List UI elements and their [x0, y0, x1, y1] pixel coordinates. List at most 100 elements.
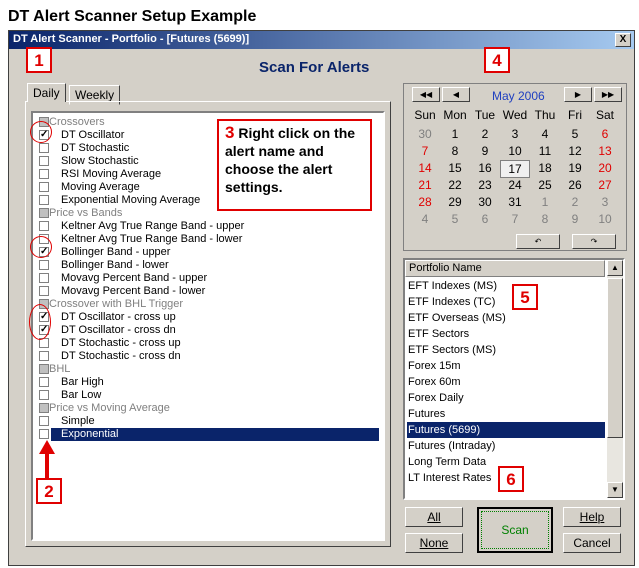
alert-checkbox[interactable] [39, 195, 49, 205]
scan-button[interactable]: Scan [477, 507, 553, 553]
calendar-day[interactable]: 16 [470, 160, 500, 178]
alert-checkbox[interactable] [39, 169, 49, 179]
calendar-day[interactable]: 30 [470, 194, 500, 212]
redo-icon[interactable]: ↷ [572, 234, 616, 249]
calendar-day[interactable]: 30 [410, 126, 440, 144]
alert-item[interactable]: DT Stochastic - cross dn [37, 350, 377, 363]
alert-item[interactable]: Movavg Percent Band - upper [37, 272, 377, 285]
scroll-down-icon[interactable]: ▼ [607, 482, 623, 498]
last-month-button[interactable]: ▶▶ [594, 87, 622, 102]
portfolio-item[interactable]: EFT Indexes (MS) [407, 278, 605, 294]
alert-item[interactable]: ✓ DT Oscillator - cross up [37, 311, 377, 324]
close-button[interactable]: X [615, 33, 631, 47]
calendar-day[interactable]: 12 [560, 143, 590, 161]
portfolio-item[interactable]: Futures (5699) [407, 422, 605, 438]
calendar-day[interactable]: 19 [560, 160, 590, 178]
alert-item[interactable]: Bollinger Band - lower [37, 259, 377, 272]
alert-item[interactable]: ✓ DT Oscillator - cross dn [37, 324, 377, 337]
calendar-day[interactable]: 11 [530, 143, 560, 161]
next-month-button[interactable]: ▶ [564, 87, 592, 102]
calendar-day[interactable]: 5 [560, 126, 590, 144]
group-checkbox[interactable] [39, 208, 49, 218]
calendar-day[interactable]: 20 [590, 160, 620, 178]
calendar-day[interactable]: 3 [500, 126, 530, 144]
scroll-thumb[interactable] [607, 278, 623, 438]
first-month-button[interactable]: ◀◀ [412, 87, 440, 102]
alert-checkbox[interactable] [39, 390, 49, 400]
group-checkbox[interactable] [39, 364, 49, 374]
alert-checkbox[interactable] [39, 286, 49, 296]
alert-checkbox[interactable] [39, 377, 49, 387]
tab-daily[interactable]: Daily [27, 83, 66, 102]
group-checkbox[interactable] [39, 403, 49, 413]
calendar-day[interactable]: 23 [470, 177, 500, 195]
portfolio-item[interactable]: Futures [407, 406, 605, 422]
alert-item[interactable]: Bar High [37, 376, 377, 389]
alert-checkbox[interactable] [39, 260, 49, 270]
calendar-day[interactable]: 2 [560, 194, 590, 212]
calendar-day[interactable]: 28 [410, 194, 440, 212]
alert-item[interactable]: Keltner Avg True Range Band - lower [37, 233, 377, 246]
portfolio-item[interactable]: ETF Sectors (MS) [407, 342, 605, 358]
calendar-day[interactable]: 5 [440, 211, 470, 229]
alert-item[interactable]: ✓ Bollinger Band - upper [37, 246, 377, 259]
alert-item[interactable]: Keltner Avg True Range Band - upper [37, 220, 377, 233]
portfolio-scrollbar[interactable]: ▲ ▼ [607, 260, 623, 498]
alert-item[interactable]: Simple [37, 415, 377, 428]
calendar-day[interactable]: 4 [410, 211, 440, 229]
calendar-day[interactable]: 27 [590, 177, 620, 195]
portfolio-item[interactable]: Forex 15m [407, 358, 605, 374]
window-titlebar[interactable]: DT Alert Scanner - Portfolio - [Futures … [9, 31, 634, 49]
calendar-day[interactable]: 1 [530, 194, 560, 212]
alert-item[interactable]: Bar Low [37, 389, 377, 402]
alert-item[interactable]: Exponential [37, 428, 379, 441]
calendar-day[interactable]: 9 [470, 143, 500, 161]
alert-checkbox[interactable] [39, 416, 49, 426]
portfolio-item[interactable]: ETF Indexes (TC) [407, 294, 605, 310]
none-button[interactable]: None [405, 533, 463, 553]
portfolio-header[interactable]: Portfolio Name [405, 260, 605, 277]
help-button[interactable]: Help [563, 507, 621, 527]
calendar-day[interactable]: 10 [500, 143, 530, 161]
calendar-day[interactable]: 18 [530, 160, 560, 178]
calendar-day[interactable]: 31 [500, 194, 530, 212]
calendar-day[interactable]: 29 [440, 194, 470, 212]
alert-checkbox[interactable] [39, 221, 49, 231]
calendar-day[interactable]: 24 [500, 177, 530, 195]
calendar-day[interactable]: 6 [590, 126, 620, 144]
calendar-day[interactable]: 21 [410, 177, 440, 195]
alert-item[interactable]: Movavg Percent Band - lower [37, 285, 377, 298]
alert-checkbox[interactable] [39, 273, 49, 283]
calendar-day[interactable]: 14 [410, 160, 440, 178]
portfolio-item[interactable]: ETF Overseas (MS) [407, 310, 605, 326]
calendar-day[interactable]: 25 [530, 177, 560, 195]
alert-group-header[interactable]: Crossover with BHL Trigger [37, 298, 377, 311]
alert-item[interactable]: DT Stochastic - cross up [37, 337, 377, 350]
calendar-day[interactable]: 10 [590, 211, 620, 229]
calendar-day[interactable]: 9 [560, 211, 590, 229]
calendar-day[interactable]: 15 [440, 160, 470, 178]
undo-icon[interactable]: ↶ [516, 234, 560, 249]
calendar-day[interactable]: 7 [500, 211, 530, 229]
portfolio-item[interactable]: ETF Sectors [407, 326, 605, 342]
calendar-day[interactable]: 7 [410, 143, 440, 161]
calendar-day[interactable]: 8 [530, 211, 560, 229]
calendar-day[interactable]: 26 [560, 177, 590, 195]
alert-checkbox[interactable] [39, 429, 49, 439]
calendar-day[interactable]: 6 [470, 211, 500, 229]
portfolio-item[interactable]: Forex 60m [407, 374, 605, 390]
calendar-day[interactable]: 17 [500, 160, 530, 178]
portfolio-item[interactable]: Futures (Intraday) [407, 438, 605, 454]
calendar-day[interactable]: 8 [440, 143, 470, 161]
calendar-day[interactable]: 22 [440, 177, 470, 195]
scroll-up-icon[interactable]: ▲ [607, 260, 623, 276]
alert-checkbox[interactable] [39, 182, 49, 192]
calendar-day[interactable]: 1 [440, 126, 470, 144]
calendar-day[interactable]: 2 [470, 126, 500, 144]
calendar-day[interactable]: 13 [590, 143, 620, 161]
alert-group-header[interactable]: Price vs Moving Average [37, 402, 377, 415]
cancel-button[interactable]: Cancel [563, 533, 621, 553]
alert-checkbox[interactable] [39, 351, 49, 361]
alert-checkbox[interactable] [39, 143, 49, 153]
all-button[interactable]: All [405, 507, 463, 527]
